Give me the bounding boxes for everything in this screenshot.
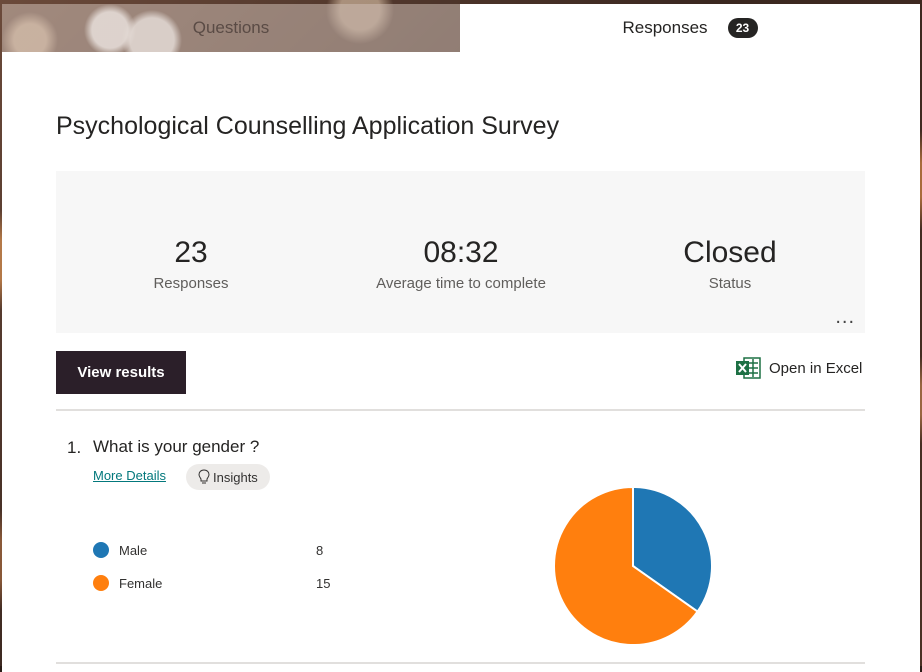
summary-stats: 23 Responses 08:32 Average time to compl… (56, 171, 865, 333)
responses-count-badge: 23 (727, 18, 758, 38)
legend-item-female: Female (93, 574, 162, 592)
insights-label: Insights (213, 469, 258, 485)
question-text: What is your gender ? (93, 437, 260, 456)
excel-icon (736, 357, 761, 379)
tab-questions[interactable]: Questions (2, 4, 460, 52)
legend-count-female: 15 (316, 576, 331, 591)
section-divider (56, 409, 865, 411)
legend-swatch-female (93, 575, 109, 591)
stat-responses-value: 23 (174, 236, 208, 269)
legend-count-male: 8 (316, 543, 324, 558)
legend-label-female: Female (119, 575, 163, 591)
stat-status-label: Status (708, 275, 752, 292)
legend-swatch-male (93, 542, 109, 558)
form-title: Psychological Counselling Application Su… (56, 112, 560, 140)
legend-item-male: Male (93, 541, 147, 559)
tab-responses[interactable]: Responses 23 (460, 4, 920, 52)
stat-average-time: 08:32 Average time to complete (326, 235, 596, 292)
open-in-excel-button[interactable]: Open in Excel (735, 357, 862, 379)
stat-average-time-value: 08:32 (423, 236, 499, 269)
legend-label-male: Male (119, 542, 148, 558)
stat-average-time-label: Average time to complete (376, 275, 546, 292)
stat-status-value: Closed (683, 236, 777, 269)
insights-button[interactable]: Insights (186, 464, 270, 490)
bottom-divider (56, 662, 865, 664)
open-in-excel-label: Open in Excel (769, 359, 863, 377)
lightbulb-icon (198, 469, 210, 484)
more-options-icon[interactable]: ... (835, 306, 855, 329)
gender-pie-chart (553, 486, 713, 646)
stat-responses-label: Responses (153, 275, 229, 292)
question-number: 1. (67, 438, 82, 457)
tab-questions-label: Questions (192, 18, 270, 37)
more-details-link[interactable]: More Details (93, 468, 166, 483)
tab-responses-label: Responses (622, 18, 708, 37)
view-results-button[interactable]: View results (56, 351, 186, 394)
stat-status: Closed Status (595, 235, 865, 292)
stat-responses: 23 Responses (56, 235, 326, 292)
